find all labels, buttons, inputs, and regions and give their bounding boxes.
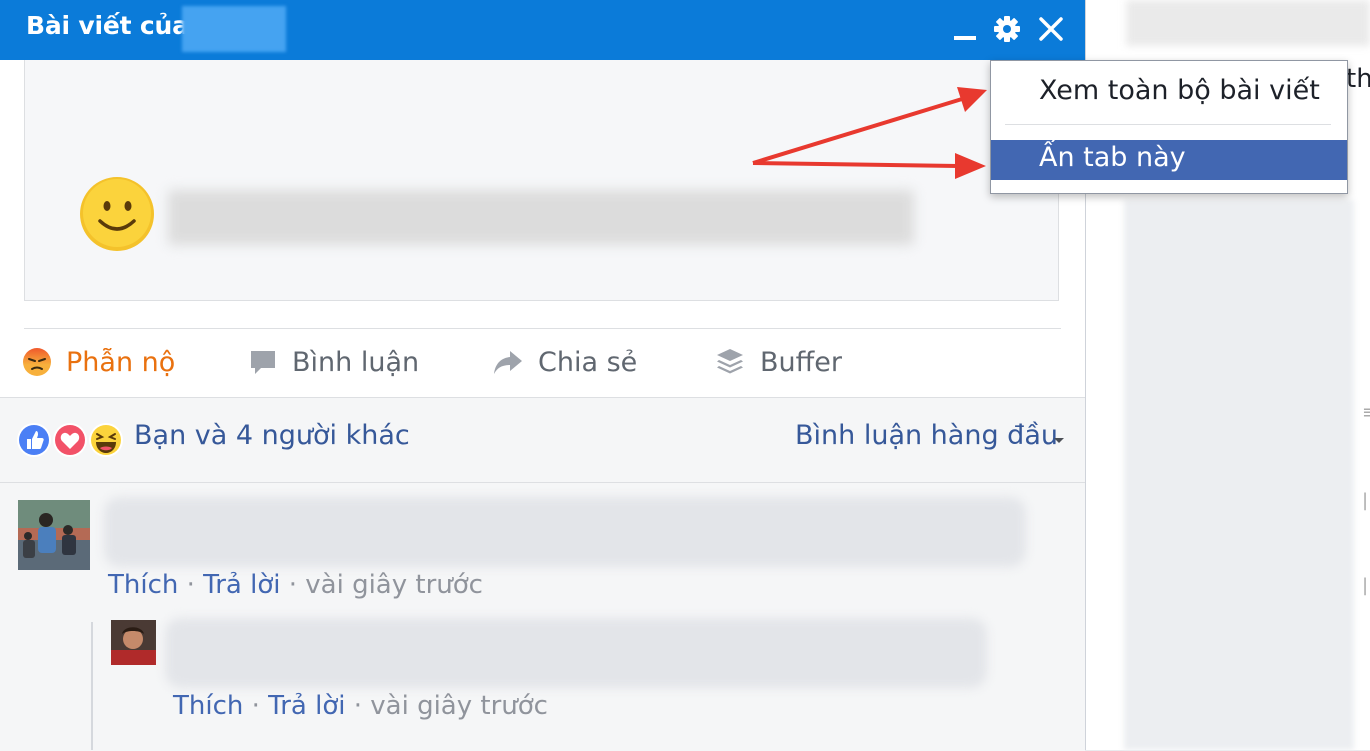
like-link[interactable]: Thích xyxy=(108,570,178,600)
menu-separator xyxy=(1005,124,1331,125)
avatar[interactable] xyxy=(111,620,156,665)
chat-titlebar[interactable]: Bài viết của xyxy=(0,0,1085,60)
minimize-icon[interactable] xyxy=(950,14,980,44)
menu-item-view-full-post[interactable]: Xem toàn bộ bài viết xyxy=(991,71,1347,115)
sidebar-marker: | xyxy=(1362,490,1369,511)
gear-icon[interactable] xyxy=(992,14,1022,44)
smiley-emoji-icon xyxy=(78,175,156,253)
reactions-summary-text[interactable]: Bạn và 4 người khác xyxy=(134,420,410,451)
menu-item-label: Xem toàn bộ bài viết xyxy=(1039,75,1320,106)
settings-dropdown-menu: Xem toàn bộ bài viết Ấn tab này xyxy=(990,60,1348,194)
buffer-icon xyxy=(717,349,743,374)
sidebar-marker: | xyxy=(1362,575,1369,596)
angry-reaction-icon xyxy=(23,348,51,376)
reactions-summary-bar: Bạn và 4 người khác Bình luận hàng đầu xyxy=(0,397,1085,482)
post-content xyxy=(24,60,1059,301)
reply-link[interactable]: Trả lời xyxy=(203,570,280,600)
comment-sort-dropdown[interactable]: Bình luận hàng đầu xyxy=(795,420,1058,451)
reply-link[interactable]: Trả lời xyxy=(268,691,345,721)
comment-button[interactable]: Bình luận xyxy=(248,340,419,384)
blurred-author-name xyxy=(182,6,286,52)
share-button[interactable]: Chia sẻ xyxy=(492,340,637,384)
blurred-comment-text xyxy=(104,497,1026,567)
comment-icon xyxy=(251,351,275,374)
comment-timestamp: vài giây trước xyxy=(305,570,483,600)
like-link[interactable]: Thích xyxy=(173,691,243,721)
buffer-button[interactable]: Buffer xyxy=(714,340,842,384)
post-actions: Phẫn nộ Bình luận Chia sẻ Buffer xyxy=(0,330,1085,396)
chat-window: Bài viết của Phẫn nộ Bình luận Chia sẻ B… xyxy=(0,0,1086,751)
action-label: Buffer xyxy=(760,346,842,378)
action-label: Bình luận xyxy=(292,346,420,378)
comment-timestamp: vài giây trước xyxy=(370,691,548,721)
avatar[interactable] xyxy=(18,500,90,570)
comment-actions: Thích · Trả lời · vài giây trước xyxy=(173,691,548,721)
chat-title: Bài viết của xyxy=(26,11,189,40)
menu-item-label: Ấn tab này xyxy=(1039,142,1186,173)
close-icon[interactable] xyxy=(1036,14,1066,44)
blurred-sidebar-block xyxy=(1126,0,1370,46)
action-label: Phẫn nộ xyxy=(66,346,176,378)
reaction-icons[interactable] xyxy=(17,422,129,457)
reply-thread-line xyxy=(91,622,93,750)
blurred-comment-text xyxy=(165,618,987,688)
blurred-text xyxy=(168,190,914,245)
action-label: Chia sẻ xyxy=(538,346,638,378)
divider xyxy=(24,328,1061,329)
sidebar-marker: ≡ xyxy=(1362,402,1370,423)
blurred-sidebar-block xyxy=(1124,200,1354,750)
comment-actions: Thích · Trả lời · vài giây trước xyxy=(108,570,483,600)
share-icon xyxy=(494,351,522,374)
sidebar-partial-text: th xyxy=(1346,64,1370,94)
menu-item-hide-tab[interactable]: Ấn tab này xyxy=(991,140,1347,180)
angry-reaction-button[interactable]: Phẫn nộ xyxy=(22,340,175,384)
chevron-down-icon[interactable] xyxy=(1053,430,1065,449)
